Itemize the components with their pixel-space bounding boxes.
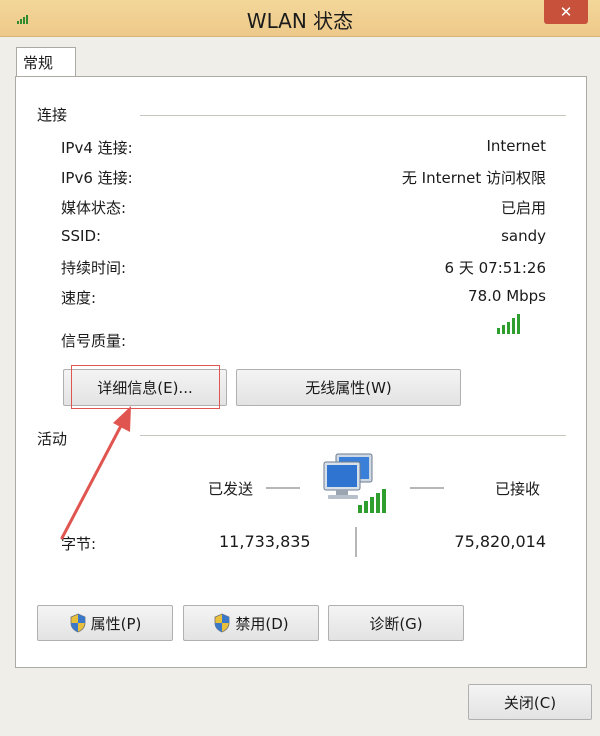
annotation-arrow xyxy=(60,406,131,540)
